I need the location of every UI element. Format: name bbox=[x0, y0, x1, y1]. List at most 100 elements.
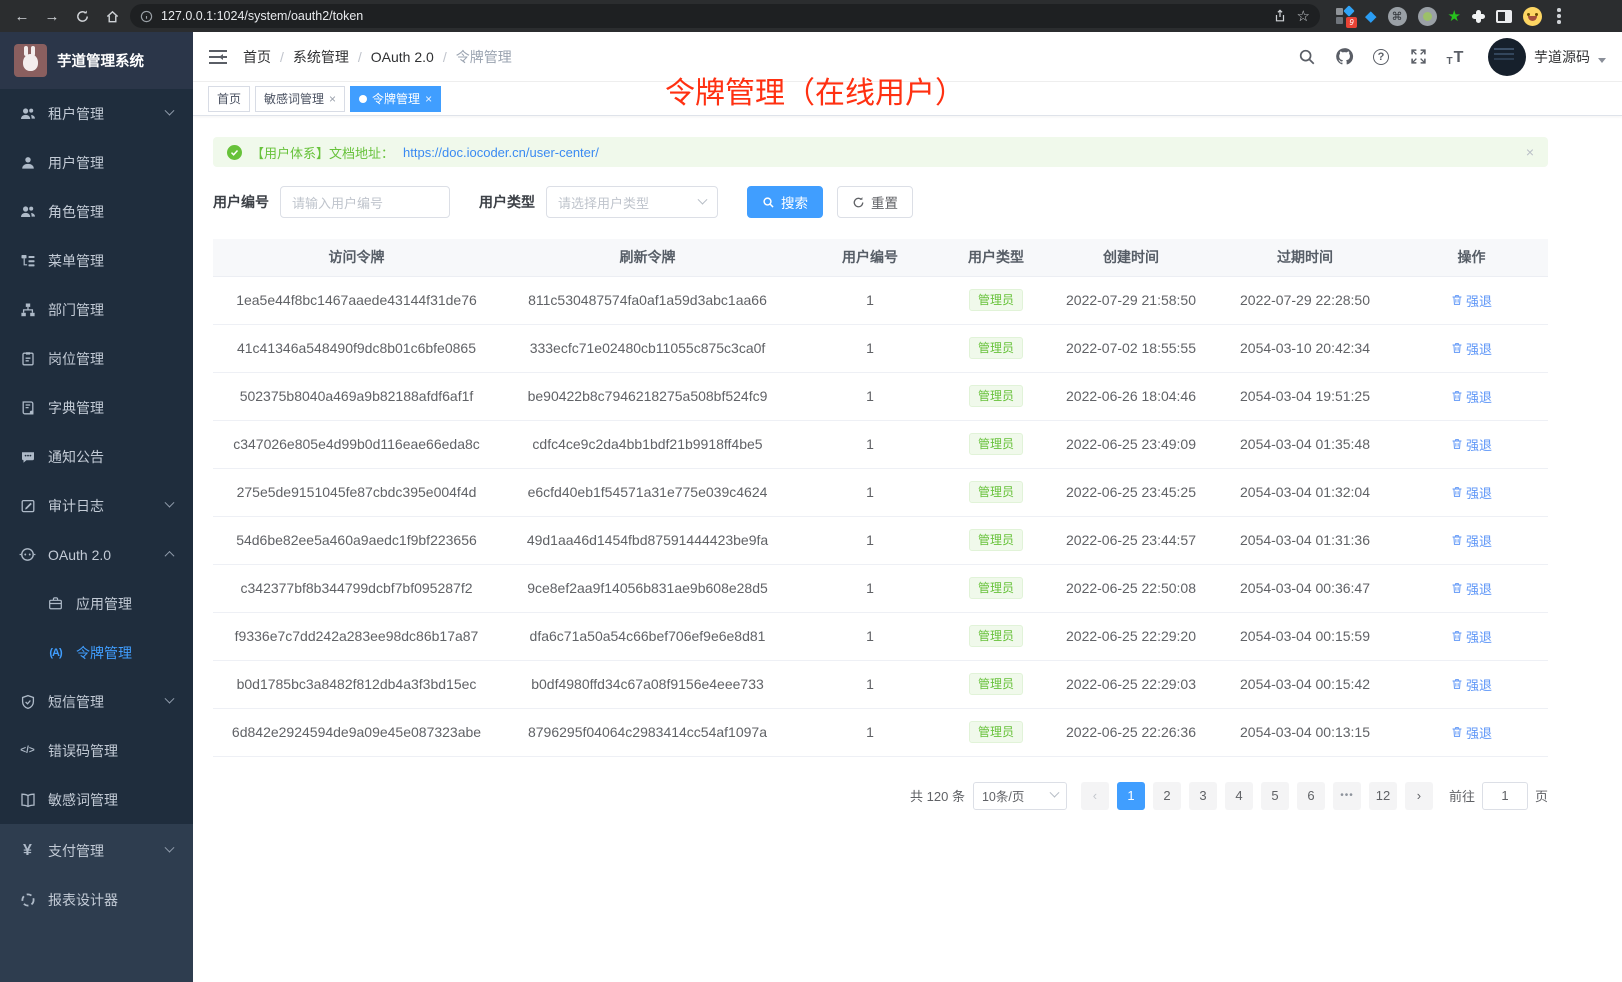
user-id-cell: 1 bbox=[795, 660, 945, 708]
user-type-cell: 管理员 bbox=[945, 276, 1047, 324]
browser-toolbar: ← → 127.0.0.1:1024/system/oauth2/token ☆… bbox=[0, 0, 1622, 32]
sidebar-collapse-icon[interactable] bbox=[209, 50, 227, 64]
sidebar-item-notice[interactable]: 通知公告 bbox=[0, 432, 193, 481]
sidebar-item-pay[interactable]: ¥ 支付管理 bbox=[0, 826, 193, 875]
browser-menu-icon[interactable] bbox=[1557, 8, 1561, 24]
force-logout-button[interactable]: 强退 bbox=[1451, 627, 1492, 646]
breadcrumb-system[interactable]: 系统管理 bbox=[293, 47, 349, 67]
force-logout-button[interactable]: 强退 bbox=[1451, 387, 1492, 406]
page-size-select[interactable]: 10条/页 bbox=[973, 782, 1067, 810]
sidebar-item-menu[interactable]: 菜单管理 bbox=[0, 236, 193, 285]
goto-page-input[interactable] bbox=[1482, 782, 1528, 810]
force-logout-button[interactable]: 强退 bbox=[1451, 675, 1492, 694]
user-type-select[interactable]: 请选择用户类型 bbox=[546, 186, 718, 218]
next-page-button[interactable]: › bbox=[1405, 782, 1433, 810]
user-menu[interactable]: 芋道源码 bbox=[1488, 38, 1606, 76]
command-extension-icon[interactable]: ⌘ bbox=[1388, 7, 1407, 26]
sidebar-item-dict[interactable]: 字典管理 bbox=[0, 383, 193, 432]
user-type-cell: 管理员 bbox=[945, 516, 1047, 564]
tab-home[interactable]: 首页 bbox=[208, 86, 250, 112]
actions-cell: 强退 bbox=[1395, 612, 1548, 660]
access-token-cell: 275e5de9151045fe87cbdc395e004f4d bbox=[213, 468, 500, 516]
sidebar-item-oauth2-app[interactable]: 应用管理 bbox=[0, 579, 193, 628]
actions-cell: 强退 bbox=[1395, 372, 1548, 420]
sidebar-item-post[interactable]: 岗位管理 bbox=[0, 334, 193, 383]
message-icon bbox=[19, 448, 36, 465]
close-icon[interactable]: × bbox=[1526, 144, 1534, 160]
fullscreen-icon[interactable] bbox=[1408, 47, 1428, 67]
breadcrumb-home[interactable]: 首页 bbox=[243, 47, 271, 67]
share-icon[interactable] bbox=[1273, 9, 1287, 23]
gem-extension-icon[interactable]: ◆ bbox=[1365, 7, 1377, 25]
side-panel-icon[interactable] bbox=[1496, 10, 1512, 23]
force-logout-button[interactable]: 强退 bbox=[1451, 339, 1492, 358]
sidebar-item-audit-log[interactable]: 审计日志 bbox=[0, 481, 193, 530]
address-bar[interactable]: 127.0.0.1:1024/system/oauth2/token ☆ bbox=[130, 4, 1320, 28]
home-icon[interactable] bbox=[100, 4, 124, 28]
github-icon[interactable] bbox=[1334, 47, 1354, 67]
close-icon[interactable]: × bbox=[425, 92, 432, 106]
recorder-extension-icon[interactable] bbox=[1418, 7, 1437, 26]
force-logout-button[interactable]: 强退 bbox=[1451, 723, 1492, 742]
site-info-icon[interactable] bbox=[140, 10, 153, 23]
sidebar-item-tenant[interactable]: 租户管理 bbox=[0, 89, 193, 138]
access-token-cell: f9336e7c7dd242a283ee98dc86b17a87 bbox=[213, 612, 500, 660]
puzzle-extension-icon[interactable] bbox=[1472, 10, 1485, 23]
user-type-cell: 管理员 bbox=[945, 660, 1047, 708]
prev-page-button[interactable]: ‹ bbox=[1081, 782, 1109, 810]
actions-cell: 强退 bbox=[1395, 324, 1548, 372]
page-button[interactable]: 12 bbox=[1369, 782, 1397, 810]
doc-link[interactable]: https://doc.iocoder.cn/user-center/ bbox=[403, 145, 599, 160]
font-size-icon[interactable]: TT bbox=[1445, 47, 1465, 67]
sidebar-item-error-code[interactable]: </> 错误码管理 bbox=[0, 726, 193, 775]
close-icon[interactable]: × bbox=[329, 92, 336, 106]
sidebar-item-role[interactable]: 角色管理 bbox=[0, 187, 193, 236]
forward-icon[interactable]: → bbox=[40, 4, 64, 28]
sidebar-item-oauth2-token[interactable]: (A) 令牌管理 bbox=[0, 628, 193, 677]
force-logout-button[interactable]: 强退 bbox=[1451, 579, 1492, 598]
app-title: 芋道管理系统 bbox=[57, 50, 144, 71]
reload-icon[interactable] bbox=[70, 4, 94, 28]
extension-grid-icon[interactable]: 9 bbox=[1336, 7, 1354, 25]
page-button[interactable]: 1 bbox=[1117, 782, 1145, 810]
profile-emoji-icon[interactable] bbox=[1523, 7, 1542, 26]
sidebar-item-report-designer[interactable]: 报表设计器 bbox=[0, 875, 193, 924]
table-row: f9336e7c7dd242a283ee98dc86b17a87 dfa6c71… bbox=[213, 612, 1548, 660]
refresh-token-cell: be90422b8c7946218275a508bf524fc9 bbox=[500, 372, 795, 420]
force-logout-button[interactable]: 强退 bbox=[1451, 435, 1492, 454]
access-token-cell: c347026e805e4d99b0d116eae66eda8c bbox=[213, 420, 500, 468]
page-button[interactable]: 5 bbox=[1261, 782, 1289, 810]
user-id-input[interactable]: 请输入用户编号 bbox=[280, 186, 450, 218]
page-button[interactable]: 3 bbox=[1189, 782, 1217, 810]
breadcrumb-oauth2[interactable]: OAuth 2.0 bbox=[371, 49, 434, 65]
help-icon[interactable]: ? bbox=[1371, 47, 1391, 67]
search-icon[interactable] bbox=[1297, 47, 1317, 67]
page-button[interactable]: 6 bbox=[1297, 782, 1325, 810]
back-icon[interactable]: ← bbox=[10, 4, 34, 28]
goto-suffix: 页 bbox=[1535, 786, 1548, 805]
page-button[interactable]: 4 bbox=[1225, 782, 1253, 810]
refresh-token-cell: 9ce8ef2aa9f14056b831ae9b608e28d5 bbox=[500, 564, 795, 612]
bookmark-star-icon[interactable]: ☆ bbox=[1297, 7, 1310, 25]
refresh-token-cell: 8796295f04064c2983414cc54af1097a bbox=[500, 708, 795, 756]
token-icon: (A) bbox=[47, 644, 64, 661]
tab-token[interactable]: 令牌管理 × bbox=[350, 86, 441, 112]
page-button[interactable]: ••• bbox=[1333, 782, 1361, 810]
green-star-extension-icon[interactable]: ★ bbox=[1448, 7, 1461, 25]
pagination: 共 120 条 10条/页 ‹ 123456•••12 › 前往 页 bbox=[213, 782, 1548, 810]
sidebar-item-sensitive-word[interactable]: 敏感词管理 bbox=[0, 775, 193, 824]
sidebar-item-dept[interactable]: 部门管理 bbox=[0, 285, 193, 334]
force-logout-button[interactable]: 强退 bbox=[1451, 483, 1492, 502]
force-logout-button[interactable]: 强退 bbox=[1451, 291, 1492, 310]
search-button[interactable]: 搜索 bbox=[747, 186, 823, 218]
tab-sensitive-word[interactable]: 敏感词管理 × bbox=[255, 86, 345, 112]
sidebar-item-sms[interactable]: 短信管理 bbox=[0, 677, 193, 726]
trash-icon bbox=[1451, 582, 1463, 594]
page-button[interactable]: 2 bbox=[1153, 782, 1181, 810]
search-form: 用户编号 请输入用户编号 用户类型 请选择用户类型 搜索 重置 bbox=[213, 186, 1548, 218]
sidebar-item-user[interactable]: 用户管理 bbox=[0, 138, 193, 187]
reset-button[interactable]: 重置 bbox=[837, 186, 913, 218]
sidebar-header: 芋道管理系统 bbox=[0, 32, 193, 89]
force-logout-button[interactable]: 强退 bbox=[1451, 531, 1492, 550]
sidebar-item-oauth2[interactable]: OAuth 2.0 bbox=[0, 530, 193, 579]
